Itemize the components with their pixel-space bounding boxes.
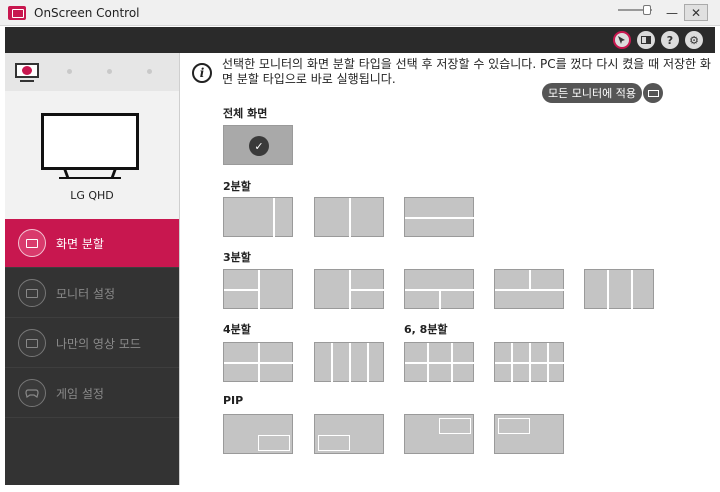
- pointer-icon[interactable]: [613, 31, 631, 49]
- main-panel: i 선택한 모니터의 화면 분할 타입을 선택 후 저장할 수 있습니다. PC…: [179, 53, 715, 485]
- layout-split-3-bottom-wide[interactable]: [494, 269, 565, 309]
- section-pip: PIP: [223, 394, 244, 407]
- monitor-apply-icon[interactable]: [643, 83, 663, 103]
- picture-mode-icon: [18, 329, 46, 357]
- layout-split-3-left-stacked[interactable]: [223, 269, 293, 310]
- layout-split-3-right-stacked[interactable]: [314, 269, 385, 310]
- layout-pip-top-left[interactable]: [494, 414, 564, 454]
- layout-split-3-top-wide[interactable]: [404, 269, 475, 310]
- menu-item-label: 나만의 영상 모드: [56, 336, 141, 351]
- monitor-preview-base: [59, 177, 121, 179]
- monitor-preview-icon: [41, 113, 139, 170]
- section-split-6-8: 6, 8분할: [404, 323, 448, 336]
- layout-pip-bottom-right[interactable]: [223, 414, 293, 454]
- close-button[interactable]: ✕: [684, 4, 708, 21]
- layout-split-3-vertical[interactable]: [584, 269, 654, 310]
- layout-pip-top-right[interactable]: [404, 414, 474, 454]
- layout-split-8[interactable]: [494, 342, 565, 383]
- layout-split-2-horizontal[interactable]: [404, 197, 475, 237]
- top-toolbar: ? ⚙: [5, 27, 715, 53]
- layout-split-2-wide-left[interactable]: [223, 197, 293, 238]
- menu-item-label: 게임 설정: [56, 386, 104, 401]
- opacity-slider-handle[interactable]: [643, 5, 651, 15]
- menu-item-label: 화면 분할: [56, 236, 104, 251]
- window-title: OnScreen Control: [34, 6, 140, 20]
- menu-item-monitor-settings[interactable]: 모니터 설정: [5, 269, 179, 318]
- menu-item-screen-split[interactable]: 화면 분할: [5, 219, 179, 268]
- layout-full-screen[interactable]: ✓: [223, 125, 293, 165]
- apply-all-monitors-button[interactable]: 모든 모니터에 적용: [542, 83, 642, 103]
- check-icon: ✓: [249, 136, 269, 156]
- section-split-2: 2분할: [223, 180, 251, 193]
- monitor-selector: [5, 53, 179, 91]
- monitor-thumbnail-stand: [20, 80, 34, 82]
- info-icon: i: [192, 63, 212, 83]
- monitor-slot-dot[interactable]: [147, 69, 152, 74]
- split-screen-icon: [18, 229, 46, 257]
- monitor-slot-dot[interactable]: [107, 69, 112, 74]
- monitor-switch-icon[interactable]: [637, 31, 655, 49]
- help-icon[interactable]: ?: [661, 31, 679, 49]
- section-split-4: 4분할: [223, 323, 251, 336]
- gamepad-icon: [18, 379, 46, 407]
- monitor-panel: LG QHD: [5, 53, 179, 219]
- monitor-name: LG QHD: [70, 189, 114, 202]
- menu-item-picture-mode[interactable]: 나만의 영상 모드: [5, 319, 179, 368]
- layout-split-4-vertical[interactable]: [314, 342, 384, 383]
- monitor-settings-icon: [18, 279, 46, 307]
- layout-split-6[interactable]: [404, 342, 475, 383]
- monitor-thumbnail[interactable]: [15, 63, 39, 78]
- info-text: 선택한 모니터의 화면 분할 타입을 선택 후 저장할 수 있습니다. PC를 …: [222, 57, 711, 86]
- minimize-button[interactable]: —: [660, 4, 684, 21]
- menu-item-game-settings[interactable]: 게임 설정: [5, 369, 179, 418]
- selected-monitor-badge: [22, 66, 32, 75]
- sidebar: LG QHD 화면 분할 모니터 설정 나만의 영상 모드 게임 설정: [5, 53, 179, 485]
- menu-item-label: 모니터 설정: [56, 286, 116, 301]
- layout-split-4-grid[interactable]: [223, 342, 294, 383]
- window-titlebar: OnScreen Control — ✕: [0, 0, 720, 26]
- gear-icon[interactable]: ⚙: [685, 31, 703, 49]
- section-split-3: 3분할: [223, 251, 251, 264]
- layout-pip-bottom-left[interactable]: [314, 414, 384, 454]
- layout-split-2-vertical[interactable]: [314, 197, 384, 238]
- monitor-slot-dot[interactable]: [67, 69, 72, 74]
- app-icon: [8, 6, 26, 20]
- section-full-screen: 전체 화면: [223, 107, 268, 120]
